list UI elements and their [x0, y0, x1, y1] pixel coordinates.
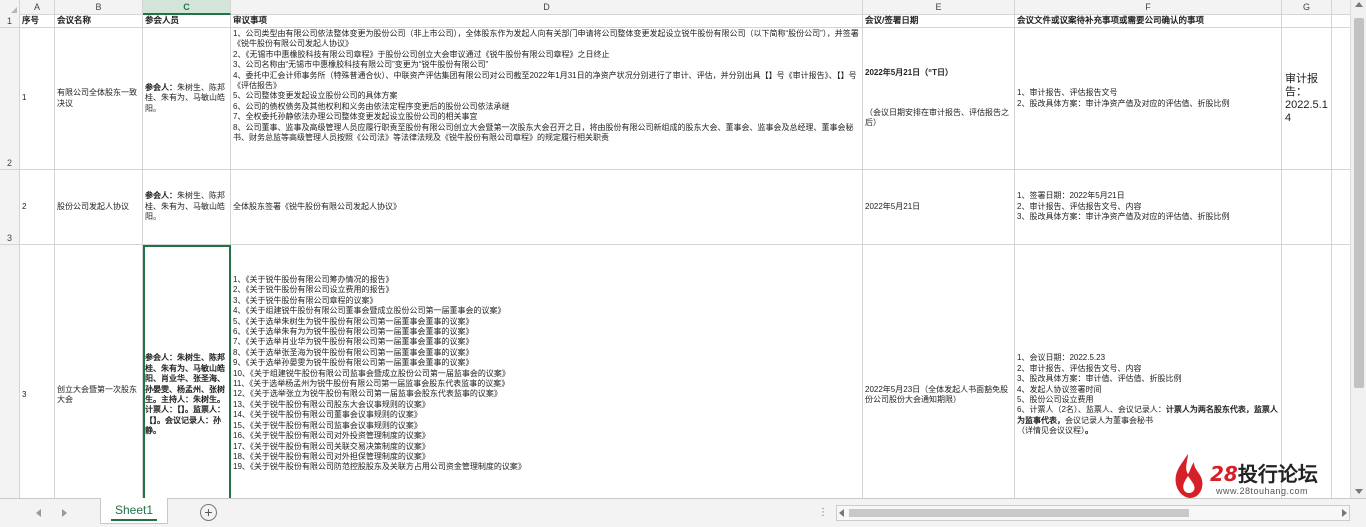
- cell-review-items[interactable]: 1、《关于锐牛股份有限公司筹办情况的报告》 2、《关于锐牛股份有限公司设立费用的…: [231, 245, 863, 498]
- row-header-bar: 1 2 3 3: [0, 15, 20, 498]
- cell-header-pending[interactable]: 会议文件或议案待补充事项或需要公司确认的事项: [1015, 15, 1282, 27]
- cell-seq[interactable]: 1: [20, 28, 55, 169]
- cell-date[interactable]: 2022年5月23日（全体发起人书面豁免股份公司股份大会通知期限）: [863, 245, 1015, 498]
- cell-date[interactable]: 2022年5月21日: [863, 170, 1015, 244]
- cell-header-review-items[interactable]: 审议事项: [231, 15, 863, 27]
- cell-pending[interactable]: 1、审计报告、评估报告文号 2、股改具体方案：审计净资产值及对应的评估值、折股比…: [1015, 28, 1282, 169]
- cell-attendees[interactable]: 参会人：朱树生、陈邦桂、朱有为、马敏山皓阳。: [143, 28, 231, 169]
- scroll-right-icon[interactable]: [1342, 509, 1347, 517]
- table-row: 2 股份公司发起人协议 参会人：朱树生、陈邦桂、朱有为、马敏山皓阳。 全体股东签…: [20, 170, 1350, 245]
- vertical-scrollbar[interactable]: [1350, 0, 1366, 498]
- tab-sheet1[interactable]: Sheet1: [100, 498, 168, 524]
- cell-g[interactable]: 审计报告： 2022.5.14: [1282, 28, 1332, 169]
- pending-plain: 1、会议日期：2022.5.23 2、审计报告、评估报告文号、内容 3、股改具体…: [1017, 353, 1182, 415]
- cell-attendees[interactable]: 参会人：朱树生、陈邦桂、朱有为、马敏山皓阳。: [143, 170, 231, 244]
- pending-tail: 。: [1085, 426, 1093, 436]
- tab-splitter-icon[interactable]: ⋮: [818, 507, 829, 518]
- attendees-label: 参会人：: [145, 82, 177, 92]
- cell-review-items[interactable]: 1、公司类型由有限公司依法整体变更为股份公司（非上市公司），全体股东作为发起人向…: [231, 28, 863, 169]
- add-sheet-button[interactable]: +: [200, 504, 217, 521]
- horizontal-scrollbar[interactable]: [836, 505, 1350, 521]
- prev-sheet-icon[interactable]: [36, 509, 41, 517]
- column-header-bar: A B C D E F G: [0, 0, 1350, 15]
- pending-content: 1、会议日期：2022.5.23 2、审计报告、评估报告文号、内容 3、股改具体…: [1017, 353, 1279, 436]
- column-header-c[interactable]: C: [143, 0, 231, 15]
- horizontal-scroll-thumb[interactable]: [849, 509, 1189, 517]
- column-header-e[interactable]: E: [863, 0, 1015, 15]
- cell-header-attendees[interactable]: 参会人员: [143, 15, 231, 27]
- row-header-4[interactable]: 3: [0, 245, 20, 498]
- scroll-left-icon[interactable]: [839, 509, 844, 517]
- table-header-row: 序号 会议名称 参会人员 审议事项 会议/签署日期 会议文件或议案待补充事项或需…: [20, 15, 1350, 28]
- cell-pending[interactable]: 1、签署日期：2022年5月21日 2、审计报告、评估报告文号、内容 3、股改具…: [1015, 170, 1282, 244]
- sheet-tab-bar: Sheet1 + ⋮: [0, 498, 1366, 527]
- watermark-url: www.28touhang.com: [1216, 486, 1309, 496]
- cell-seq[interactable]: 3: [20, 245, 55, 498]
- column-header-f[interactable]: F: [1015, 0, 1282, 15]
- cell-header-g[interactable]: [1282, 15, 1332, 27]
- forum-watermark: 28投行论坛 www.28touhang.com: [1170, 452, 1342, 502]
- cell-meeting-name[interactable]: 有限公司全体股东一致决议: [55, 28, 143, 169]
- row-header-1[interactable]: 1: [0, 15, 20, 28]
- table-row: 1 有限公司全体股东一致决议 参会人：朱树生、陈邦桂、朱有为、马敏山皓阳。 1、…: [20, 28, 1350, 170]
- next-sheet-icon[interactable]: [62, 509, 67, 517]
- vertical-scroll-thumb[interactable]: [1354, 18, 1364, 388]
- scroll-down-icon[interactable]: [1355, 489, 1363, 494]
- attendees-label: 参会人：: [145, 191, 177, 201]
- cell-meeting-name[interactable]: 创立大会暨第一次股东大会: [55, 245, 143, 498]
- watermark-title: 28投行论坛: [1210, 458, 1318, 487]
- row-header-3[interactable]: 3: [0, 170, 20, 245]
- cell-header-date[interactable]: 会议/签署日期: [863, 15, 1015, 27]
- select-all-corner[interactable]: [0, 0, 20, 15]
- cell-review-items[interactable]: 全体股东签署《锐牛股份有限公司发起人协议》: [231, 170, 863, 244]
- column-header-b[interactable]: B: [55, 0, 143, 15]
- column-header-g[interactable]: G: [1282, 0, 1332, 15]
- cell-meeting-name[interactable]: 股份公司发起人协议: [55, 170, 143, 244]
- watermark-num: 28: [1210, 462, 1238, 486]
- row-header-2[interactable]: 2: [0, 28, 20, 170]
- attendees-text: 参会人：朱树生、陈邦桂、朱有为、马敏山皓阳。: [145, 191, 228, 222]
- watermark-text: 投行论坛: [1237, 462, 1318, 486]
- spreadsheet-grid: 序号 会议名称 参会人员 审议事项 会议/签署日期 会议文件或议案待补充事项或需…: [20, 15, 1350, 498]
- column-header-a[interactable]: A: [20, 0, 55, 15]
- cell-header-meeting-name[interactable]: 会议名称: [55, 15, 143, 27]
- table-row: 3 创立大会暨第一次股东大会 参会人：朱树生、陈邦桂、朱有为、马敏山皓阳、肖业华…: [20, 245, 1350, 498]
- column-header-d[interactable]: D: [231, 0, 863, 15]
- flame-logo-icon: [1175, 454, 1203, 498]
- date-main: 2022年5月21日（“T日）: [865, 68, 954, 78]
- cell-date[interactable]: 2022年5月21日（“T日） （会议日期安排在审计报告、评估报告之后）: [863, 28, 1015, 169]
- date-note: （会议日期安排在审计报告、评估报告之后）: [865, 107, 1009, 128]
- date-content: 2022年5月21日（“T日） （会议日期安排在审计报告、评估报告之后）: [865, 48, 1012, 150]
- cell-g[interactable]: [1282, 170, 1332, 244]
- attendees-text: 参会人：朱树生、陈邦桂、朱有为、马敏山皓阳。: [145, 83, 228, 114]
- cell-seq[interactable]: 2: [20, 170, 55, 244]
- cell-attendees-selected[interactable]: 参会人：朱树生、陈邦桂、朱有为、马敏山皓阳、肖业华、张圣海、孙晏雯、杨孟州、张树…: [143, 245, 231, 498]
- scroll-up-icon[interactable]: [1355, 2, 1363, 7]
- cell-header-seq[interactable]: 序号: [20, 15, 55, 27]
